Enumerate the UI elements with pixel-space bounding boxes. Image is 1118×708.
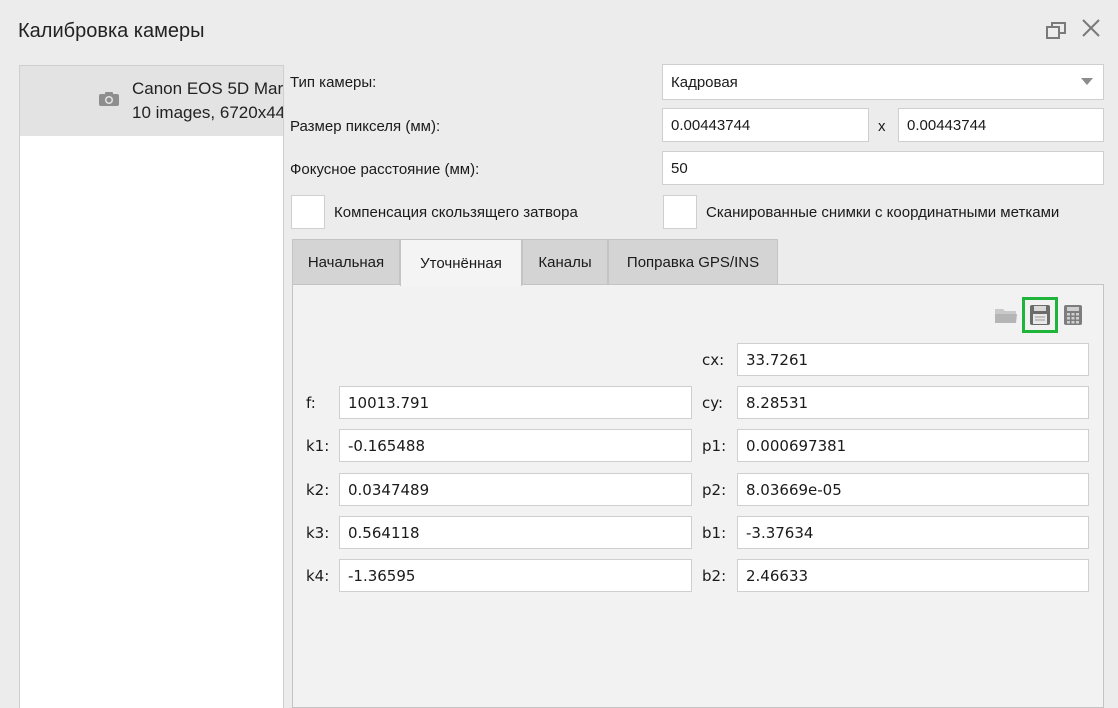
camera-type-label: Тип камеры: [290,74,377,91]
k4-label: k4: [306,567,330,585]
rolling-shutter-checkbox[interactable] [291,195,325,229]
k3-input[interactable]: 0.564118 [339,516,692,549]
window-title: Калибровка камеры [18,20,205,42]
f-input[interactable]: 10013.791 [339,386,692,419]
fiducials-label: Сканированные снимки с координатными мет… [706,204,1060,221]
k2-label: k2: [306,481,330,499]
b2-input[interactable]: 2.46633 [737,559,1089,592]
focal-length-input[interactable]: 50 [662,151,1104,185]
restore-icon[interactable] [1046,20,1068,44]
calculator-icon[interactable] [1060,302,1086,328]
pixel-size-label: Размер пикселя (мм): [290,118,441,135]
camera-details: 10 images, 6720x4480 pix [132,103,283,122]
camera-type-value: Кадровая [671,73,738,91]
b1-input[interactable]: -3.37634 [737,516,1089,549]
rolling-shutter-label: Компенсация скользящего затвора [334,204,578,221]
f-label: f: [306,394,316,412]
tab-gps-ins[interactable]: Поправка GPS/INS [608,239,778,285]
chevron-down-icon [1081,78,1093,85]
cx-label: cx: [702,351,725,369]
b2-label: b2: [702,567,727,585]
p2-label: p2: [702,481,727,499]
tab-adjusted[interactable]: Уточнённая [400,239,522,286]
camera-icon [98,91,120,107]
b1-label: b1: [702,524,727,542]
camera-list-item[interactable]: Canon EOS 5D Mark IV (24mm) 10 images, 6… [20,66,284,136]
cy-label: cy: [702,394,724,412]
k3-label: k3: [306,524,330,542]
folder-icon[interactable] [993,302,1019,328]
p1-input[interactable]: 0.000697381 [737,429,1089,462]
fiducials-checkbox[interactable] [663,195,697,229]
cx-input[interactable]: 33.7261 [737,343,1089,376]
pixel-size-x-input[interactable]: 0.00443744 [662,108,869,142]
camera-list: Canon EOS 5D Mark IV (24mm) 10 images, 6… [19,65,284,708]
focal-length-label: Фокусное расстояние (мм): [290,161,480,178]
k2-input[interactable]: 0.0347489 [339,473,692,506]
camera-type-select[interactable]: Кадровая [662,64,1104,100]
k1-label: k1: [306,437,330,455]
p2-input[interactable]: 8.03669e-05 [737,473,1089,506]
k4-input[interactable]: -1.36595 [339,559,692,592]
pixel-size-y-input[interactable]: 0.00443744 [898,108,1104,142]
tab-bands[interactable]: Каналы [522,239,608,285]
pixel-size-separator: x [878,118,886,135]
k1-input[interactable]: -0.165488 [339,429,692,462]
p1-label: p1: [702,437,727,455]
save-icon[interactable] [1027,302,1053,328]
cy-input[interactable]: 8.28531 [737,386,1089,419]
camera-name: Canon EOS 5D Mark IV (24mm) [132,79,284,98]
tab-initial[interactable]: Начальная [292,239,400,285]
close-icon[interactable] [1080,17,1102,42]
